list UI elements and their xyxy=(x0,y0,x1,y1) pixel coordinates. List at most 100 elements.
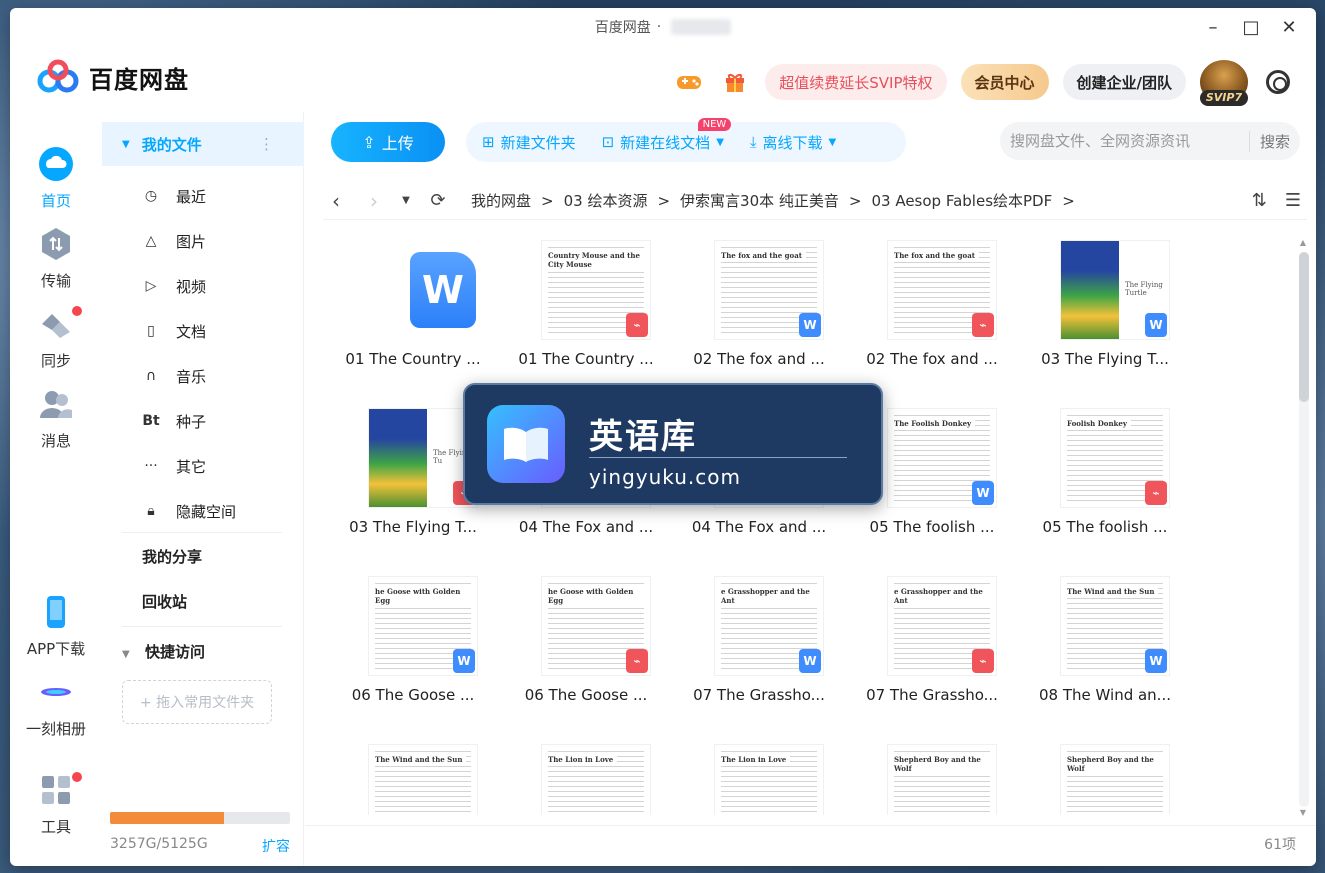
file-item[interactable]: Shepherd Boy and the Wolf xyxy=(862,744,1002,815)
rail-item-album[interactable]: 一刻相册 xyxy=(10,674,102,739)
thumbnail-title: Foolish Donkey xyxy=(1067,419,1131,428)
rail-item-tools[interactable]: 工具 xyxy=(10,772,102,837)
scroll-up-icon[interactable]: ▲ xyxy=(1298,238,1308,247)
rail-label: 消息 xyxy=(40,432,71,450)
drop-common-folder-zone[interactable]: + 拖入常用文件夹 xyxy=(122,680,272,724)
file-item[interactable]: The Lion in Love xyxy=(689,744,829,815)
rail-item-home[interactable]: 首页 xyxy=(10,146,102,211)
rail-item-messages[interactable]: 消息 xyxy=(10,386,102,451)
file-item[interactable]: The Flying Tu⌁ 03 The Flying T... xyxy=(343,408,483,558)
file-item[interactable]: The fox and the goat W 02 The fox and ... xyxy=(689,240,829,390)
file-item[interactable]: The Wind and the Sun W 08 The Wind an... xyxy=(1035,576,1175,726)
transfer-icon xyxy=(38,226,74,262)
sidebar-item-documents[interactable]: ▯ 文档 xyxy=(142,316,206,346)
rail-item-sync[interactable]: 同步 xyxy=(10,306,102,371)
scroll-thumb[interactable] xyxy=(1299,252,1309,402)
list-view-icon[interactable]: ☰ xyxy=(1285,190,1301,211)
file-item[interactable]: The Foolish Donkey W 05 The foolish ... xyxy=(862,408,1002,558)
sidebar-item-my-files[interactable]: ▼ 我的文件 ⋮ xyxy=(102,122,304,166)
sidebar-item-my-share[interactable]: 我的分享 xyxy=(142,546,202,567)
word-file-icon: W xyxy=(972,481,994,505)
breadcrumb-separator: > xyxy=(1062,191,1075,210)
breadcrumb-item[interactable]: 03 绘本资源 xyxy=(564,190,648,211)
new-folder-button[interactable]: ⊞ 新建文件夹 xyxy=(482,132,576,153)
thumbnail-title: The Wind and the Sun xyxy=(1067,587,1159,596)
gamepad-icon[interactable] xyxy=(673,66,705,98)
file-item[interactable]: Foolish Donkey ⌁ 05 The foolish ... xyxy=(1035,408,1175,558)
breadcrumb-item[interactable]: 我的网盘 xyxy=(471,190,531,211)
offline-download-button[interactable]: ⤓ 离线下载 ▼ xyxy=(750,132,836,153)
history-dropdown-icon[interactable]: ▼ xyxy=(399,195,413,206)
file-item[interactable]: he Goose with Golden Egg W 06 The Goose ..… xyxy=(343,576,483,726)
file-name: 04 The Fox and ... xyxy=(691,518,827,536)
rail-item-app-download[interactable]: APP下载 xyxy=(10,594,102,659)
file-name: 01 The Country ... xyxy=(345,350,481,368)
sort-icon[interactable]: ⇅ xyxy=(1252,190,1267,211)
sidebar-item-recycle-bin[interactable]: 回收站 xyxy=(142,591,187,612)
file-item[interactable]: Shepherd Boy and the Wolf xyxy=(1035,744,1175,815)
sidebar-item-torrent[interactable]: Bt 种子 xyxy=(142,406,206,436)
file-name: 08 The Wind an... xyxy=(1039,686,1171,704)
rail-item-transfer[interactable]: 传输 xyxy=(10,226,102,291)
maximize-button[interactable]: □ xyxy=(1242,14,1260,40)
file-item[interactable]: he Goose with Golden Egg ⌁ 06 The Goose ..… xyxy=(516,576,656,726)
search-input[interactable] xyxy=(1010,132,1250,150)
phone-icon xyxy=(38,594,74,630)
thumbnail-title: The fox and the goat xyxy=(894,251,979,260)
close-button[interactable]: ✕ xyxy=(1280,14,1298,40)
scroll-down-icon[interactable]: ▼ xyxy=(1298,808,1308,817)
sidebar-item-recent[interactable]: ◷ 最近 xyxy=(142,181,206,211)
settings-button[interactable] xyxy=(1262,66,1294,98)
thumbnail-title: Country Mouse and the City Mouse xyxy=(548,251,650,269)
more-vertical-icon[interactable]: ⋮ xyxy=(259,135,274,153)
left-rail: 首页 传输 同步 消息 APP下载 一刻相册 工具 xyxy=(10,112,102,866)
file-thumbnail: Foolish Donkey ⌁ xyxy=(1060,408,1170,508)
logo[interactable]: 百度网盘 xyxy=(37,59,189,95)
file-item[interactable]: The Wind and the Sun xyxy=(343,744,483,815)
message-icon xyxy=(38,386,74,422)
sidebar-item-quick-access[interactable]: ▼ 快捷访问 xyxy=(122,641,205,662)
download-icon: ⤓ xyxy=(749,133,757,151)
rail-label: 工具 xyxy=(40,818,71,836)
svip-promo-button[interactable]: 超值续费延长SVIP特权 xyxy=(765,64,947,100)
new-online-doc-button[interactable]: ⊡ 新建在线文档 ▼ NEW xyxy=(602,117,732,153)
scrollbar[interactable]: ▲ ▼ xyxy=(1298,238,1309,820)
back-button[interactable]: ‹ xyxy=(323,189,349,213)
gear-icon xyxy=(1266,70,1290,94)
file-item[interactable]: W 01 The Country ... xyxy=(343,240,483,390)
sidebar-item-music[interactable]: ∩ 音乐 xyxy=(142,361,206,391)
forward-button[interactable]: › xyxy=(361,189,387,213)
upload-button[interactable]: ⇪ 上传 xyxy=(331,122,445,162)
file-item[interactable]: The fox and the goat ⌁ 02 The fox and ... xyxy=(862,240,1002,390)
create-team-button[interactable]: 创建企业/团队 xyxy=(1062,64,1186,100)
search-button[interactable]: 搜索 xyxy=(1248,130,1290,152)
file-item[interactable]: Country Mouse and the City Mouse ⌁ 01 The … xyxy=(516,240,656,390)
file-name: 05 The foolish ... xyxy=(869,518,995,536)
breadcrumb-item[interactable]: 03 Aesop Fables绘本PDF xyxy=(871,190,1052,211)
expand-storage-link[interactable]: 扩容 xyxy=(262,836,290,856)
thumbnail-title: The Wind and the Sun xyxy=(375,755,467,764)
breadcrumb-item[interactable]: 伊索寓言30本 纯正美音 xyxy=(680,190,839,211)
sidebar-item-video[interactable]: ▷ 视频 xyxy=(142,271,206,301)
gift-icon[interactable] xyxy=(719,66,751,98)
avatar[interactable]: SVIP7 xyxy=(1200,60,1248,106)
sidebar-item-other[interactable]: ··· 其它 xyxy=(142,451,206,481)
file-name: 02 The fox and ... xyxy=(693,350,825,368)
sidebar-item-hidden-space[interactable]: 🔒︎ 隐藏空间 xyxy=(142,496,236,526)
breadcrumb: ‹ › ▼ ⟳ 我的网盘 > 03 绘本资源 > 伊索寓言30本 纯正美音 > … xyxy=(323,182,1307,220)
file-item[interactable]: The Lion in Love xyxy=(516,744,656,815)
file-item[interactable]: e Grasshopper and the Ant W 07 The Grassho… xyxy=(689,576,829,726)
thumbnail-title: The fox and the goat xyxy=(721,251,806,260)
sidebar-item-images[interactable]: △ 图片 xyxy=(142,226,206,256)
file-item[interactable]: e Grasshopper and the Ant ⌁ 07 The Grassho… xyxy=(862,576,1002,726)
breadcrumb-separator: > xyxy=(657,191,671,210)
document-icon: ▯ xyxy=(147,323,155,339)
app-window: 百度网盘 · – □ ✕ 百度网盘 超值续费延长SVIP特权 会员中心 创建企业… xyxy=(10,8,1316,866)
word-file-icon: W xyxy=(799,313,821,337)
vip-center-button[interactable]: 会员中心 xyxy=(960,64,1049,100)
rail-label: 同步 xyxy=(40,352,71,370)
rail-label: 一刻相册 xyxy=(25,720,86,738)
minimize-button[interactable]: – xyxy=(1204,14,1222,40)
file-item[interactable]: The Flying Turtle W 03 The Flying T... xyxy=(1035,240,1175,390)
refresh-button[interactable]: ⟳ xyxy=(425,190,451,211)
